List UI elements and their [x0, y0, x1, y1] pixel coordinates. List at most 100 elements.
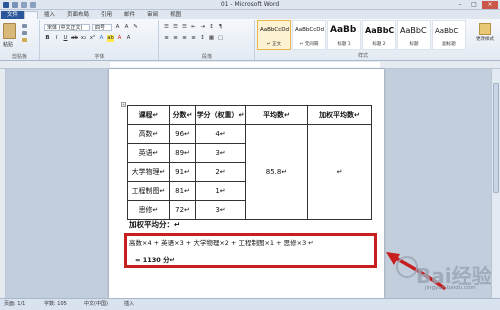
- cell-credit: 2↵: [195, 162, 246, 182]
- tab-references[interactable]: 引用: [95, 11, 118, 19]
- format-painter-icon[interactable]: [22, 38, 27, 42]
- shrink-font-icon[interactable]: A: [123, 24, 130, 31]
- word-count[interactable]: 字数: 105: [44, 299, 67, 310]
- cell-course: 工程制图↵: [127, 181, 170, 201]
- subscript-icon[interactable]: x₂: [80, 35, 87, 42]
- highlight-icon[interactable]: ab: [107, 35, 114, 42]
- decrease-indent-icon[interactable]: ⇤: [190, 24, 197, 31]
- document-page[interactable]: + 课程↵ 分数↵ 学分（权重）↵ 平均数↵ 加权平均数↵ 高数↵ 96↵ 4↵…: [109, 69, 384, 298]
- tab-view[interactable]: 视图: [164, 11, 187, 19]
- vertical-ruler[interactable]: [0, 69, 6, 298]
- tab-mailings[interactable]: 邮件: [118, 11, 141, 19]
- justify-icon[interactable]: ≡: [190, 35, 197, 42]
- cell-score: 96↵: [169, 124, 196, 144]
- cell-course: 英语↵: [127, 143, 170, 163]
- style-no-spacing[interactable]: AaBbCcDd ↵ 无间隔: [292, 20, 326, 50]
- align-right-icon[interactable]: ≡: [181, 35, 188, 42]
- cell-score: 72↵: [169, 200, 196, 220]
- grow-font-icon[interactable]: A: [114, 24, 121, 31]
- italic-icon[interactable]: I: [53, 35, 60, 42]
- cell-course: 高数↵: [127, 124, 170, 144]
- tab-page-layout[interactable]: 页面布局: [61, 11, 95, 19]
- strikethrough-icon[interactable]: ab: [71, 35, 78, 42]
- paragraph-group: ☰ ☰ ☰ ⇤ ⇥ ↕ ¶ ≡ ≡ ≡ ≡ ↕ ▦ ▢ 段落: [160, 20, 255, 60]
- text-effects-icon[interactable]: A: [98, 35, 105, 42]
- style-normal[interactable]: AaBbCcDd ↵ 正文: [257, 20, 291, 50]
- font-group: 宋体 (中文正文) 四号 A A ✎ B I U ab x₂ x² A ab A…: [41, 20, 159, 60]
- paste-icon[interactable]: [3, 23, 16, 39]
- table-move-handle-icon[interactable]: +: [121, 102, 126, 107]
- formula-line-1: 高数×4 + 英语×3 + 大学物理×2 + 工程制图×1 + 思修×3 ↵: [129, 239, 314, 247]
- tab-home[interactable]: [24, 11, 39, 19]
- underline-icon[interactable]: U: [62, 35, 69, 42]
- clear-format-icon[interactable]: ✎: [132, 24, 139, 31]
- numbering-icon[interactable]: ☰: [172, 24, 179, 31]
- header-average: 平均数↵: [245, 105, 308, 125]
- tab-insert[interactable]: 插入: [38, 11, 61, 19]
- header-course: 课程↵: [127, 105, 170, 125]
- styles-gallery: AaBbCcDd ↵ 正文 AaBbCcDd ↵ 无间隔 AaBb 标题 1 A…: [257, 20, 469, 52]
- show-marks-icon[interactable]: ¶: [217, 24, 224, 31]
- bullets-icon[interactable]: ☰: [163, 24, 170, 31]
- multilevel-list-icon[interactable]: ☰: [181, 24, 188, 31]
- header-weighted: 加权平均数↵: [307, 105, 372, 125]
- borders-icon[interactable]: ▢: [217, 35, 224, 42]
- cell-credit: 3↵: [195, 200, 246, 220]
- cell-weighted: ↵: [307, 124, 372, 220]
- shading-icon[interactable]: ▦: [208, 35, 215, 42]
- header-score: 分数↵: [169, 105, 196, 125]
- close-icon[interactable]: ×: [482, 1, 498, 9]
- font-color-icon[interactable]: A: [116, 35, 123, 42]
- cell-credit: 1↵: [195, 181, 246, 201]
- cell-score: 81↵: [169, 181, 196, 201]
- ribbon: 粘贴 剪贴板 宋体 (中文正文) 四号 A A ✎ B I U ab x₂ x²…: [0, 19, 500, 61]
- bold-icon[interactable]: B: [44, 35, 51, 42]
- cell-course: 大学物理↵: [127, 162, 170, 182]
- page-count[interactable]: 页面: 1/1: [4, 299, 25, 310]
- cell-credit: 4↵: [195, 124, 246, 144]
- language-status[interactable]: 中文(中国): [84, 299, 108, 310]
- change-styles-button[interactable]: 更改样式: [472, 21, 498, 59]
- font-size-select[interactable]: 四号: [92, 24, 112, 31]
- char-border-icon[interactable]: A: [125, 35, 132, 42]
- tab-file[interactable]: 文件: [1, 11, 25, 19]
- cell-course: 思修↵: [127, 200, 170, 220]
- baidu-paw-icon: [396, 256, 418, 278]
- scrollbar-thumb[interactable]: [493, 83, 499, 193]
- tab-review[interactable]: 审阅: [141, 11, 164, 19]
- minimize-icon[interactable]: –: [454, 1, 466, 9]
- cell-credit: 3↵: [195, 143, 246, 163]
- table-header-row: 课程↵ 分数↵ 学分（权重）↵ 平均数↵ 加权平均数↵: [127, 105, 372, 125]
- vertical-scrollbar[interactable]: [491, 69, 500, 298]
- align-left-icon[interactable]: ≡: [163, 35, 170, 42]
- align-center-icon[interactable]: ≡: [172, 35, 179, 42]
- maximize-icon[interactable]: □: [468, 1, 480, 9]
- increase-indent-icon[interactable]: ⇥: [199, 24, 206, 31]
- watermark-url: jingyan.baidu.com: [425, 285, 476, 291]
- line-spacing-icon[interactable]: ↕: [199, 35, 206, 42]
- style-subtitle[interactable]: AaBbC 副标题: [432, 20, 466, 50]
- scores-table[interactable]: 课程↵ 分数↵ 学分（权重）↵ 平均数↵ 加权平均数↵ 高数↵ 96↵ 4↵ 8…: [127, 105, 372, 220]
- paragraph-group-label: 段落: [201, 54, 212, 60]
- styles-group-label: 样式: [357, 53, 368, 59]
- copy-icon[interactable]: [22, 31, 27, 35]
- sort-icon[interactable]: ↕: [208, 24, 215, 31]
- window-title: 01 - Microsoft Word: [220, 1, 280, 8]
- cut-icon[interactable]: [22, 24, 27, 28]
- font-group-label: 字体: [94, 54, 105, 60]
- cell-average: 85.8↵: [245, 124, 308, 220]
- style-heading-1[interactable]: AaBb 标题 1: [327, 20, 361, 50]
- paste-button[interactable]: 粘贴: [3, 41, 13, 48]
- header-credit: 学分（权重）↵: [195, 105, 246, 125]
- title-bar: 01 - Microsoft Word – □ ×: [0, 0, 500, 10]
- superscript-icon[interactable]: x²: [89, 35, 96, 42]
- cell-score: 91↵: [169, 162, 196, 182]
- formula-line-2: = 1130 分↵: [135, 256, 176, 264]
- style-heading-2[interactable]: AaBbC 标题 2: [362, 20, 396, 50]
- status-bar: 页面: 1/1 字数: 105 中文(中国) 插入: [0, 298, 500, 310]
- table-row: 高数↵ 96↵ 4↵ 85.8↵ ↵: [127, 124, 372, 220]
- horizontal-ruler[interactable]: [0, 61, 500, 69]
- font-name-select[interactable]: 宋体 (中文正文): [44, 24, 90, 31]
- style-title[interactable]: AaBbC 标题: [397, 20, 431, 50]
- insert-mode[interactable]: 插入: [124, 299, 134, 310]
